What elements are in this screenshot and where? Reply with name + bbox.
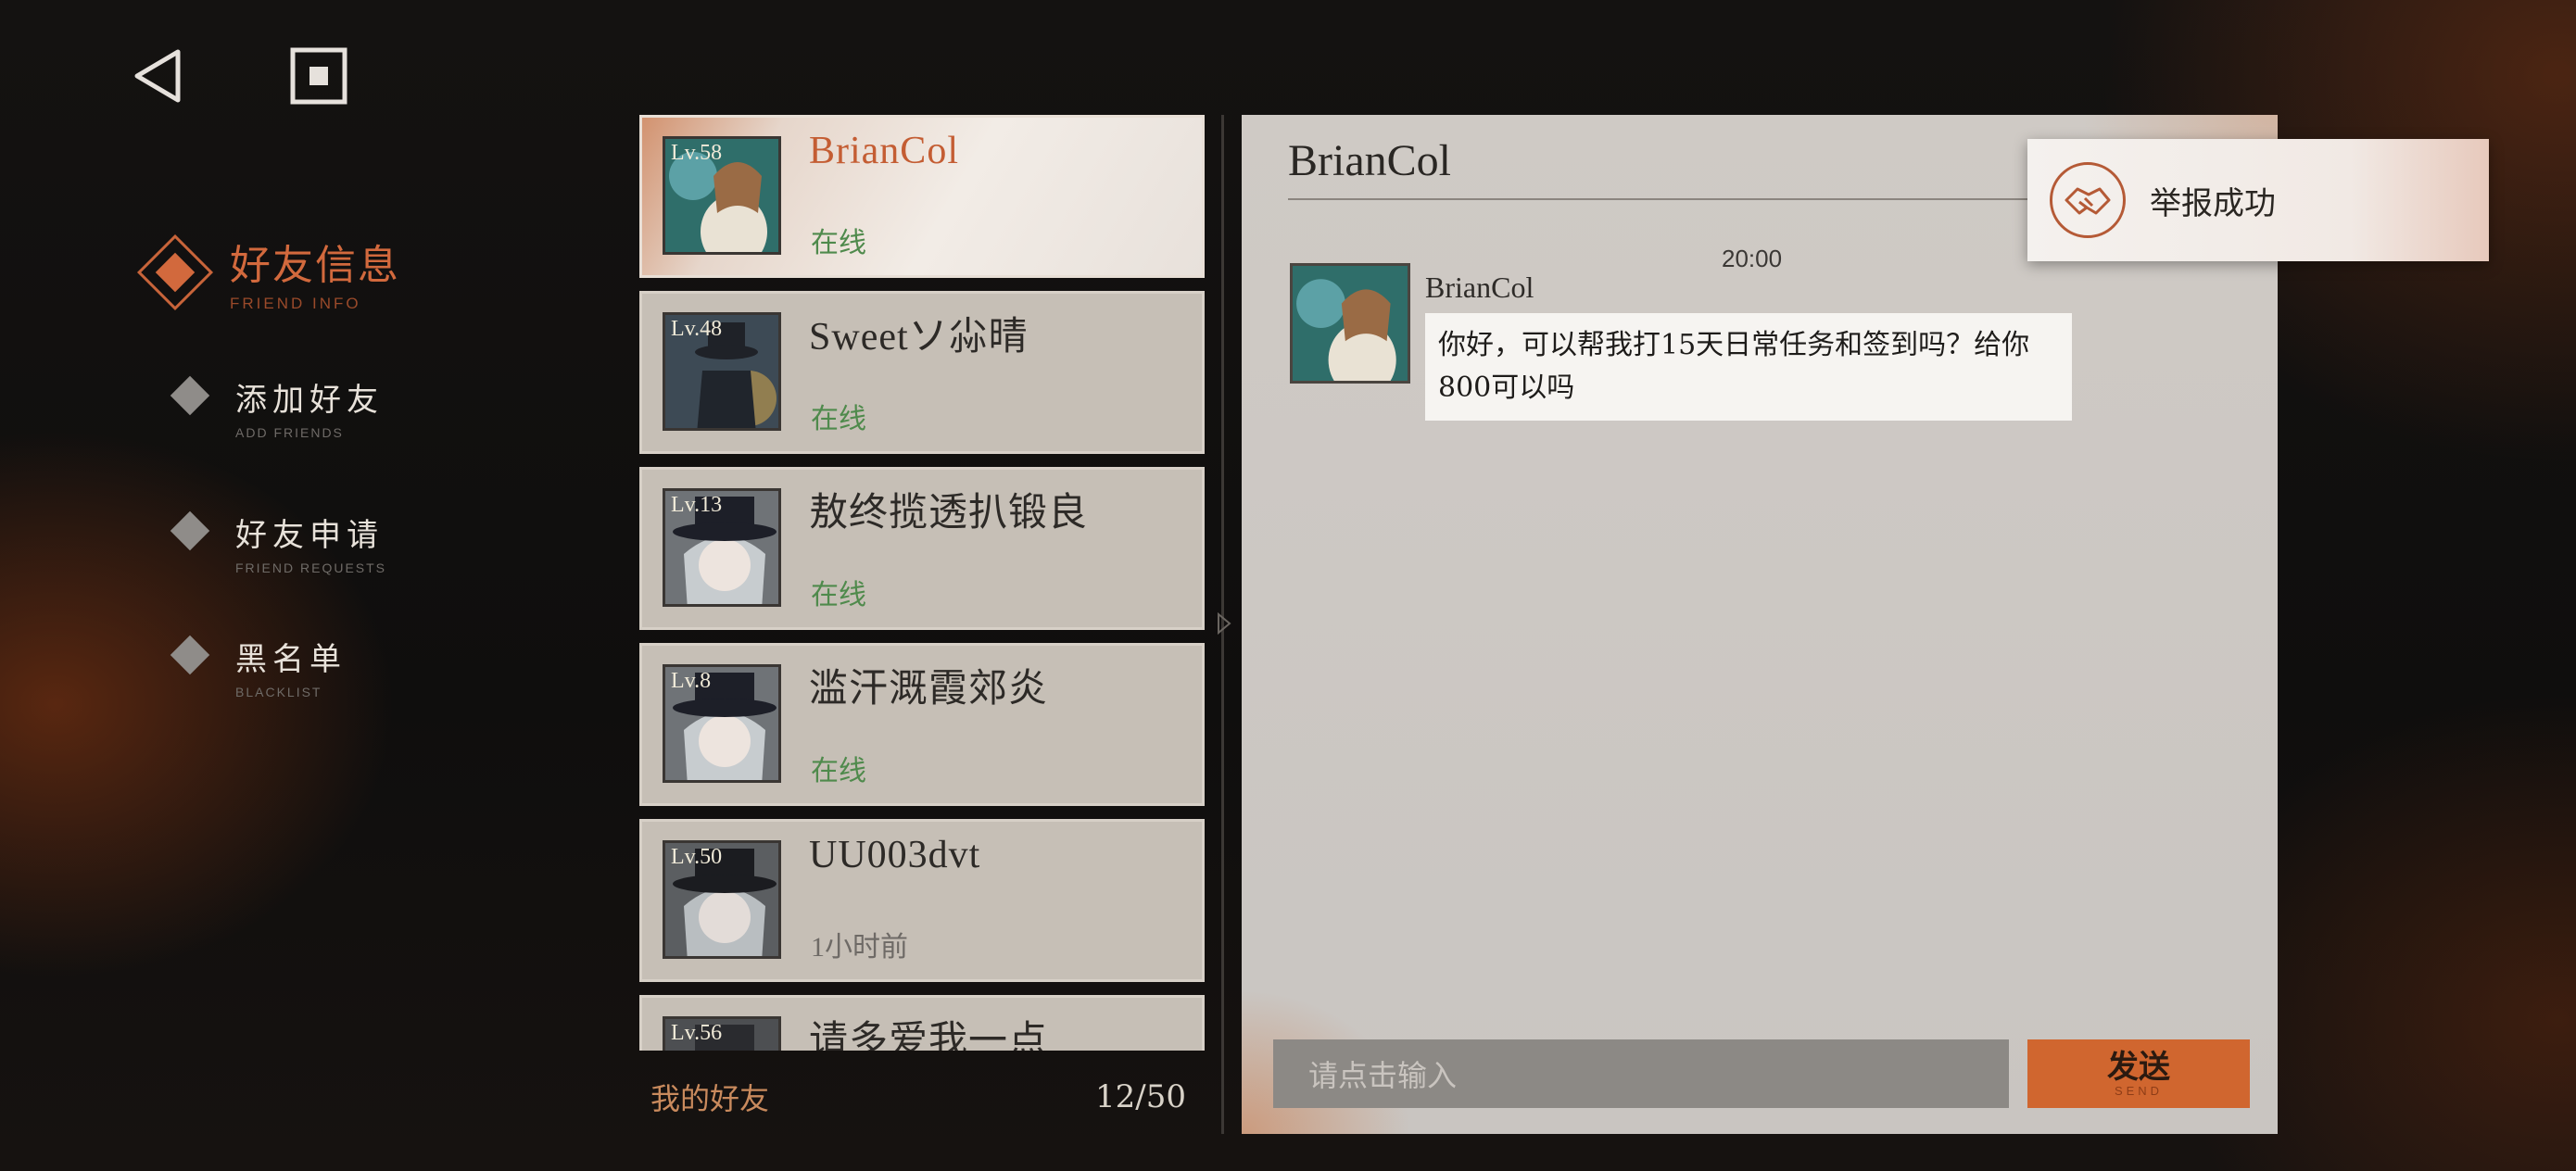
friend-status: 在线 (811, 228, 866, 258)
friend-name: BrianCol (809, 130, 959, 172)
level-badge: Lv.50 (671, 845, 723, 869)
avatar: Lv.56 (663, 1016, 781, 1051)
friend-card[interactable]: Lv.13 敖终揽透扒锻良 在线 (639, 467, 1205, 630)
sidebar-item-label: 好友申请 (235, 517, 384, 554)
friend-count: 12/50 (1095, 1078, 1186, 1115)
menu-title-friend-info: 好友信息 FRIEND INFO (136, 232, 400, 313)
avatar: Lv.8 (663, 664, 781, 783)
avatar: Lv.50 (663, 840, 781, 959)
friend-list[interactable]: Lv.58 BrianCol 在线 Lv.48 Sweetソ尛晴 在线 Lv.1… (639, 115, 1205, 1051)
handshake-icon (2050, 162, 2126, 238)
diamond-icon (136, 233, 214, 311)
level-badge: Lv.48 (671, 317, 723, 341)
chat-title: BrianCol (1288, 136, 1451, 185)
message-input[interactable]: 请点击输入 (1273, 1039, 2009, 1108)
my-friends-label: 我的好友 (650, 1081, 770, 1116)
sidebar-item-label: 黑名单 (235, 641, 347, 678)
sidebar-item-label: 添加好友 (235, 382, 384, 419)
sidebar-item-add-friends[interactable]: 添加好友 ADD FRIENDS (170, 374, 384, 440)
sidebar-item-sublabel: BLACKLIST (235, 685, 322, 699)
square-stop-icon (290, 47, 347, 105)
collapse-arrow-icon[interactable] (1216, 611, 1232, 636)
friend-name: UU003dvt (809, 834, 981, 876)
friend-card[interactable]: Lv.56 请多爱我一点 (639, 995, 1205, 1051)
friend-status: 在线 (811, 404, 866, 434)
friend-status: 在线 (811, 756, 866, 787)
level-badge: Lv.13 (671, 493, 723, 517)
toast-text: 举报成功 (2150, 184, 2276, 222)
menu-title-en: FRIEND INFO (230, 295, 361, 312)
sidebar-item-sublabel: FRIEND REQUESTS (235, 560, 387, 575)
message-bubble: 你好，可以帮我打15天日常任务和签到吗？给你800可以吗 (1425, 313, 2072, 421)
menu-title-zh: 好友信息 (230, 243, 400, 288)
friend-name: 敖终揽透扒锻良 (809, 492, 1089, 535)
back-button[interactable] (122, 41, 193, 111)
home-button[interactable] (284, 41, 354, 111)
send-sublabel: SEND (2114, 1083, 2164, 1098)
send-label: 发送 (2107, 1048, 2170, 1086)
sidebar-item-blacklist[interactable]: 黑名单 BLACKLIST (170, 634, 347, 699)
back-triangle-icon (134, 49, 181, 103)
sender-avatar (1290, 263, 1410, 384)
avatar: Lv.48 (663, 312, 781, 431)
avatar: Lv.13 (663, 488, 781, 607)
report-success-toast: 举报成功 (2027, 139, 2489, 261)
message-timestamp: 20:00 (1722, 245, 1783, 272)
diamond-bullet-icon (170, 635, 210, 675)
friend-card[interactable]: Lv.50 UU003dvt 1小时前 (639, 819, 1205, 982)
friend-card[interactable]: Lv.8 滥汗溉霞郊炎 在线 (639, 643, 1205, 806)
level-badge: Lv.58 (671, 141, 723, 165)
friend-list-footer: 我的好友 12/50 (639, 1051, 1205, 1143)
friend-name: Sweetソ尛晴 (809, 316, 1029, 359)
diamond-bullet-icon (170, 375, 210, 416)
sidebar-item-friend-requests[interactable]: 好友申请 FRIEND REQUESTS (170, 510, 387, 575)
avatar: Lv.58 (663, 136, 781, 255)
friend-card[interactable]: Lv.48 Sweetソ尛晴 在线 (639, 291, 1205, 454)
chat-panel: BrianCol 20:00 BrianCol 你好，可以帮我打15天日常任务和… (1242, 115, 2278, 1134)
diamond-bullet-icon (170, 510, 210, 551)
title-divider (1288, 198, 2066, 200)
sender-name: BrianCol (1425, 271, 1534, 304)
level-badge: Lv.8 (671, 669, 712, 693)
friend-name: 请多爱我一点 (809, 1020, 1049, 1051)
send-button[interactable]: 发送 SEND (2027, 1039, 2250, 1108)
friend-card-selected[interactable]: Lv.58 BrianCol 在线 (639, 115, 1205, 278)
friend-status: 在线 (811, 580, 866, 611)
friend-name: 滥汗溉霞郊炎 (809, 668, 1049, 711)
level-badge: Lv.56 (671, 1021, 723, 1045)
sidebar-item-sublabel: ADD FRIENDS (235, 425, 344, 440)
friend-status: 1小时前 (811, 932, 908, 963)
